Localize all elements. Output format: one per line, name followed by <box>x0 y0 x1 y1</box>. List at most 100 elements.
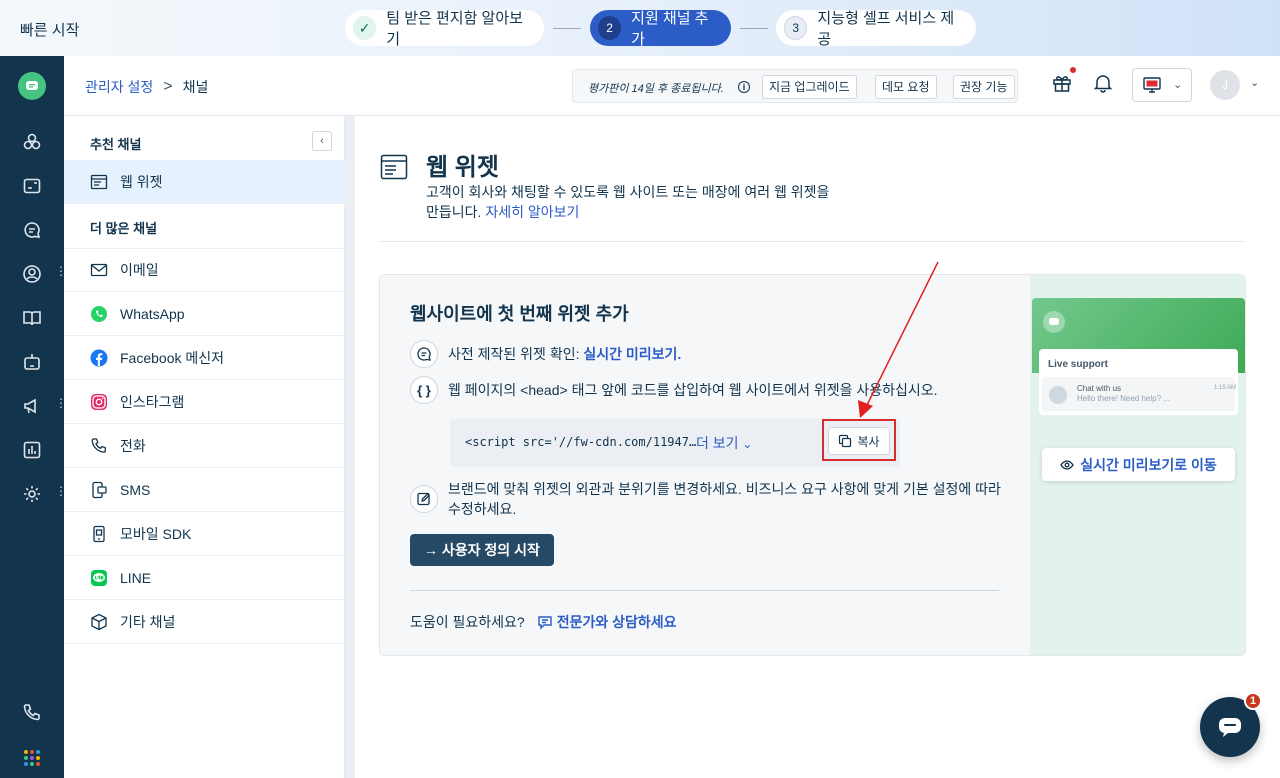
recommended-channels-title: 추천 채널 <box>90 137 142 152</box>
preview-card: Live support Chat with us Hello there! N… <box>1039 349 1238 415</box>
info-icon[interactable]: i <box>738 81 750 93</box>
quickstart-bar: 빠른 시작 ✓ 팀 받은 편지함 알아보기 2 지원 채널 추가 3 지능형 셀… <box>0 0 1280 56</box>
more-channels-title: 더 많은 채널 <box>90 221 158 236</box>
page-title: 웹 위젯 <box>426 154 499 181</box>
go-preview-label: 실시간 미리보기로 이동 <box>1080 456 1217 473</box>
sidebar-item-instagram[interactable]: 인스타그램 <box>64 380 345 424</box>
copy-label: 복사 <box>857 434 880 449</box>
device-switch-button[interactable]: ⌄ <box>1132 68 1192 102</box>
gift-icon[interactable] <box>1051 72 1075 96</box>
preview-chat-title: Chat with us <box>1077 384 1122 393</box>
sidebar-item-label: 모바일 SDK <box>120 525 192 542</box>
trial-text: 평가판이 14일 후 종료됩니다. <box>588 83 724 95</box>
notification-badge: 1 <box>1244 692 1262 710</box>
breadcrumb-admin-link[interactable]: 관리자 설정 <box>85 77 153 97</box>
copy-icon <box>839 434 852 448</box>
chevron-down-icon[interactable]: ⌄ <box>1250 76 1259 89</box>
conversations-icon[interactable] <box>20 218 44 242</box>
step-connector <box>553 28 581 29</box>
show-more-link[interactable]: 더 보기 ⌄ <box>696 433 752 453</box>
code-snippet[interactable]: <script src='//fw-cdn.com/11947… <box>465 435 696 449</box>
trial-banner: 평가판이 14일 후 종료됩니다. i 지금 업그레이드 데모 요청 권장 기능 <box>572 69 1018 103</box>
inbox-icon[interactable] <box>20 174 44 198</box>
app-logo-icon[interactable] <box>18 72 46 100</box>
step-text: 웹 페이지의 <head> 태그 앞에 코드를 삽입하여 웹 사이트에서 위젯을… <box>448 382 938 398</box>
knowledge-base-icon[interactable] <box>20 306 44 330</box>
more-dots-icon[interactable]: ⋮ <box>55 397 67 409</box>
chat-icon <box>538 616 552 630</box>
step-team-inbox[interactable]: ✓ 팀 받은 편지함 알아보기 <box>345 10 544 48</box>
sidebar-item-web-widget[interactable]: 웹 위젯 <box>64 160 345 204</box>
nav-rail: ⋮ ⋮ ⋮ <box>0 56 67 778</box>
step-preview-row: 사전 제작된 위젯 확인: 실시간 미리보기. <box>410 340 681 368</box>
reports-icon[interactable] <box>20 438 44 462</box>
chat-launcher-button[interactable]: 1 <box>1200 692 1262 757</box>
sms-icon <box>90 481 108 499</box>
preview-chat-snippet: Hello there! Need help? ... <box>1077 394 1170 403</box>
step-connector <box>740 28 768 29</box>
avatar[interactable]: J <box>1210 70 1240 100</box>
contacts-icon[interactable] <box>20 262 44 286</box>
sidebar-item-email[interactable]: 이메일 <box>64 248 345 292</box>
copy-button[interactable]: 복사 <box>828 427 890 455</box>
web-widget-icon <box>90 173 108 191</box>
bell-icon[interactable] <box>1092 72 1116 96</box>
eye-icon <box>1060 459 1074 470</box>
start-customization-button[interactable]: → 사용자 정의 시작 <box>410 534 554 566</box>
upgrade-button[interactable]: 지금 업그레이드 <box>762 75 857 99</box>
divider <box>379 241 1245 242</box>
instagram-icon <box>90 393 108 411</box>
page-description: 고객이 회사와 채팅할 수 있도록 웹 사이트 또는 매장에 여러 웹 위젯을 … <box>426 182 846 222</box>
dashboard-icon[interactable] <box>20 130 44 154</box>
phone-icon[interactable] <box>20 700 44 724</box>
whatsapp-icon <box>90 305 108 323</box>
go-to-preview-button[interactable]: 실시간 미리보기로 이동 <box>1042 448 1235 481</box>
live-preview-link[interactable]: 실시간 미리보기. <box>583 344 681 364</box>
sidebar-item-label: 인스타그램 <box>120 393 185 410</box>
sidebar-item-sms[interactable]: SMS <box>64 468 345 512</box>
phone-icon <box>90 437 108 455</box>
sidebar-item-line[interactable]: LINE <box>64 556 345 600</box>
learn-more-link[interactable]: 자세히 알아보기 <box>485 204 579 220</box>
chevron-down-icon: ⌄ <box>742 437 753 451</box>
help-row: 도움이 필요하세요? 전문가와 상담하세요 <box>410 612 677 632</box>
step-self-service[interactable]: 3 지능형 셀프 서비스 제공 <box>776 10 976 48</box>
step-label: 지능형 셀프 서비스 제공 <box>817 10 955 48</box>
settings-icon[interactable] <box>20 482 44 506</box>
step-number: 3 <box>784 16 808 40</box>
step-add-channel[interactable]: 2 지원 채널 추가 <box>590 10 731 48</box>
web-widget-icon <box>380 154 408 180</box>
chevron-down-icon: ⌄ <box>1173 79 1183 91</box>
contact-expert-link[interactable]: 전문가와 상담하세요 <box>537 612 677 632</box>
chat-bubble-icon <box>410 340 438 368</box>
channel-sidebar: 추천 채널 ‹ 웹 위젯 더 많은 채널 이메일 WhatsApp Facebo… <box>64 116 345 778</box>
step-text: 사전 제작된 위젯 확인: <box>448 346 580 362</box>
step-customize-row: 브랜드에 맞춰 위젯의 외관과 분위기를 변경하세요. 비즈니스 요구 사항에 … <box>410 479 1010 519</box>
step-label: 팀 받은 편지함 알아보기 <box>386 10 523 48</box>
recommended-features-button[interactable]: 권장 기능 <box>953 75 1015 99</box>
agent-avatar-icon <box>1049 386 1067 404</box>
more-dots-icon[interactable]: ⋮ <box>55 485 67 497</box>
demo-request-button[interactable]: 데모 요청 <box>875 75 937 99</box>
sidebar-item-other-channels[interactable]: 기타 채널 <box>64 600 345 644</box>
sidebar-item-label: 웹 위젯 <box>120 173 163 190</box>
bot-icon[interactable] <box>20 350 44 374</box>
sidebar-item-whatsapp[interactable]: WhatsApp <box>64 292 345 336</box>
preview-time: 1:15 AM <box>1214 385 1237 391</box>
facebook-icon <box>90 349 108 367</box>
page-header: 관리자 설정 > 채널 평가판이 14일 후 종료됩니다. i 지금 업그레이드… <box>64 56 1280 116</box>
more-dots-icon[interactable]: ⋮ <box>55 265 67 277</box>
apps-grid-icon[interactable] <box>20 746 44 770</box>
campaigns-icon[interactable] <box>20 394 44 418</box>
edit-icon <box>410 485 438 513</box>
sidebar-item-label: 기타 채널 <box>120 613 176 630</box>
show-more-label: 더 보기 <box>696 435 739 451</box>
step-text: 브랜드에 맞춰 위젯의 외관과 분위기를 변경하세요. 비즈니스 요구 사항에 … <box>448 481 1001 517</box>
notification-dot <box>1070 67 1076 73</box>
sidebar-item-phone[interactable]: 전화 <box>64 424 345 468</box>
sidebar-item-mobile-sdk[interactable]: 모바일 SDK <box>64 512 345 556</box>
sidebar-item-label: 전화 <box>120 437 146 454</box>
sidebar-item-facebook[interactable]: Facebook 메신저 <box>64 336 345 380</box>
panel-title: 웹사이트에 첫 번째 위젯 추가 <box>410 304 629 324</box>
collapse-sidebar-icon[interactable]: ‹ <box>312 131 332 151</box>
